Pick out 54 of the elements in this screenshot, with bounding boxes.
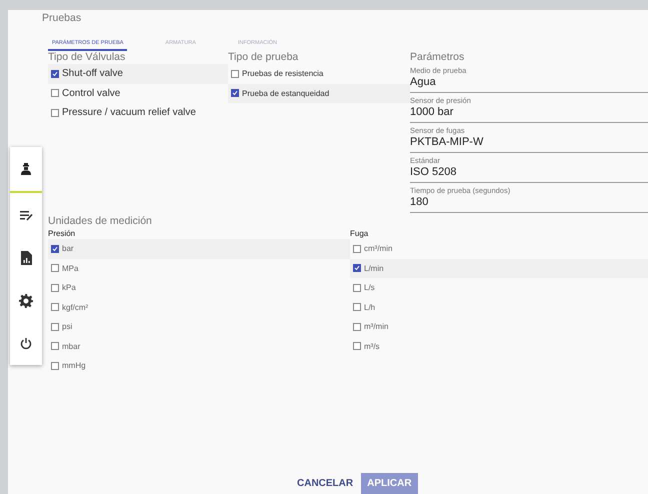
checkbox[interactable] xyxy=(353,264,361,272)
option-label: L/h xyxy=(364,302,376,312)
field-value: 180 xyxy=(410,195,430,209)
checkbox[interactable] xyxy=(51,264,59,272)
checkbox[interactable] xyxy=(353,284,361,292)
checkbox[interactable] xyxy=(231,89,239,98)
checkbox[interactable] xyxy=(353,244,361,253)
option-label: Pruebas de resistencia xyxy=(242,69,324,78)
option-label: kgf/cm² xyxy=(62,302,88,312)
settings-icon xyxy=(19,294,33,308)
option-label: bar xyxy=(62,244,74,254)
dialog-button[interactable]: CANCELAR xyxy=(294,473,356,494)
checkbox[interactable] xyxy=(51,108,59,117)
option-label: MPa xyxy=(62,264,78,273)
option-label: Prueba de estanqueidad xyxy=(242,88,330,98)
option-label: m³/s xyxy=(364,342,380,351)
edit-list-icon xyxy=(19,208,33,220)
dialog-title: Pruebas xyxy=(42,12,82,26)
field-value: PKTBA-MIP-W xyxy=(410,135,484,149)
option-label: m³/min xyxy=(364,322,388,332)
checkbox[interactable] xyxy=(353,322,361,331)
checkbox[interactable] xyxy=(51,89,59,98)
checkbox[interactable] xyxy=(51,362,59,370)
checkbox[interactable] xyxy=(51,322,59,331)
column-heading: Presión xyxy=(48,229,76,239)
section-heading: Unidades de medición xyxy=(48,215,153,227)
checkbox[interactable] xyxy=(51,303,59,312)
option-label: kPa xyxy=(62,283,76,292)
option-label: mmHg xyxy=(62,361,86,370)
section-heading: Tipo de Válvulas xyxy=(48,51,126,64)
report-icon xyxy=(20,250,32,264)
checkbox[interactable] xyxy=(51,342,59,350)
checkbox[interactable] xyxy=(51,244,59,253)
checkbox[interactable] xyxy=(51,70,59,78)
section-heading: Tipo de prueba xyxy=(228,51,300,64)
section-heading: Parámetros xyxy=(410,51,466,64)
option-label: L/s xyxy=(364,283,375,292)
field-value: Agua xyxy=(410,75,437,89)
option-label: Pressure / vacuum relief valve xyxy=(62,107,196,118)
checkbox[interactable] xyxy=(353,303,361,312)
checkbox[interactable] xyxy=(353,342,361,350)
option-label: cm³/min xyxy=(364,244,392,254)
option-label: psi xyxy=(62,322,72,332)
option-label: Shut-off valve xyxy=(62,68,123,80)
power-icon xyxy=(20,337,32,350)
field-value: 1000 bar xyxy=(410,105,454,119)
worker-icon xyxy=(20,162,32,176)
column-heading: Fuga xyxy=(350,229,370,239)
option-label: Control valve xyxy=(62,88,120,99)
option-label: L/min xyxy=(364,264,384,273)
field-value: ISO 5208 xyxy=(410,165,458,179)
checkbox[interactable] xyxy=(51,284,59,292)
checkbox[interactable] xyxy=(231,70,239,78)
option-label: mbar xyxy=(62,342,80,351)
